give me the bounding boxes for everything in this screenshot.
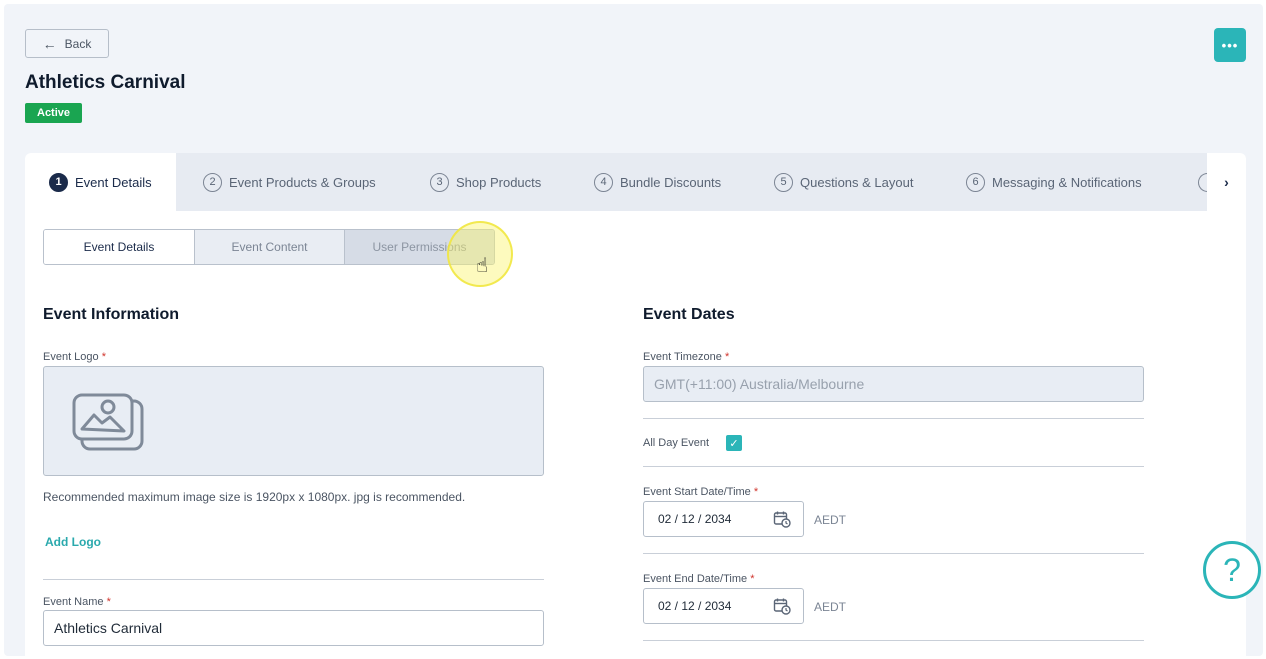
cursor-highlight (447, 221, 513, 287)
page-title: Athletics Carnival (25, 72, 186, 93)
more-options-button[interactable]: ••• (1214, 28, 1246, 62)
step-number: 4 (594, 172, 613, 192)
tab-label: Event Products & Groups (229, 174, 376, 190)
sub-tabs: Event Details Event Content User Permiss… (43, 229, 495, 265)
calendar-clock-icon (773, 511, 791, 528)
start-timezone-abbr: AEDT (814, 513, 847, 527)
event-timezone-label-text: Event Timezone (643, 351, 722, 363)
back-label: Back (64, 36, 92, 51)
add-logo-link[interactable]: Add Logo (45, 535, 101, 549)
tab-event-products-groups[interactable]: 2 Event Products & Groups (203, 153, 376, 211)
subtab-event-details[interactable]: Event Details (44, 230, 194, 264)
event-dates-title: Event Dates (643, 306, 735, 323)
step-number: 5 (774, 172, 793, 192)
event-end-label-text: Event End Date/Time (643, 573, 748, 585)
step-number: 6 (966, 172, 985, 192)
divider (643, 466, 1144, 467)
event-logo-label: Event Logo * (43, 351, 106, 363)
event-start-label-text: Event Start Date/Time (643, 486, 751, 498)
help-button[interactable]: ? (1203, 541, 1261, 599)
all-day-event-checkbox[interactable]: ✓ (726, 435, 742, 451)
tab-event-details[interactable]: 1 Event Details (25, 153, 176, 211)
event-timezone-label: Event Timezone * (643, 351, 729, 363)
divider (643, 553, 1144, 554)
event-end-label: Event End Date/Time * (643, 573, 754, 585)
subtab-event-content[interactable]: Event Content (194, 230, 344, 264)
event-logo-label-text: Event Logo (43, 351, 99, 363)
tab-label: Event Details (75, 174, 152, 190)
tab-bundle-discounts[interactable]: 4 Bundle Discounts (594, 153, 721, 211)
event-name-label-text: Event Name (43, 596, 104, 608)
arrow-left-icon: ← (42, 35, 57, 52)
tab-shop-products[interactable]: 3 Shop Products (430, 153, 541, 211)
tab-label: Questions & Layout (800, 174, 914, 190)
status-badge: Active (25, 103, 83, 123)
tab-label: Bundle Discounts (620, 174, 722, 190)
event-name-input[interactable]: Athletics Carnival (43, 610, 544, 646)
tab-questions-layout[interactable]: 5 Questions & Layout (774, 153, 913, 211)
logo-size-hint: Recommended maximum image size is 1920px… (43, 490, 466, 504)
divider (643, 640, 1144, 641)
required-mark: * (750, 573, 755, 585)
divider (43, 579, 544, 580)
end-timezone-abbr: AEDT (814, 600, 847, 614)
required-mark: * (753, 486, 759, 498)
tab-messaging-notifications[interactable]: 6 Messaging & Notifications (966, 153, 1142, 211)
required-mark: * (106, 596, 111, 608)
all-day-event-label: All Day Event (643, 437, 710, 449)
step-number: 3 (430, 172, 449, 192)
event-start-label: Event Start Date/Time * (643, 486, 758, 498)
page: ← Back ••• Athletics Carnival Active 1 E… (4, 4, 1263, 656)
tab-label: Messaging & Notifications (992, 174, 1142, 190)
logo-upload-box[interactable] (43, 366, 544, 476)
end-date-value: 02 / 12 / 2034 (658, 599, 732, 613)
image-placeholder-icon (72, 393, 144, 451)
divider (643, 418, 1144, 419)
step-number: 2 (203, 172, 222, 192)
event-name-label: Event Name * (43, 596, 111, 608)
required-mark: * (101, 351, 106, 363)
event-start-date-input[interactable]: 02 / 12 / 2034 (643, 501, 804, 537)
event-timezone-input[interactable]: GMT(+11:00) Australia/Melbourne (643, 366, 1144, 402)
step-tabs: 1 Event Details 2 Event Products & Group… (25, 153, 1246, 211)
chevron-right-icon[interactable]: › (1207, 153, 1246, 211)
calendar-clock-icon (773, 598, 791, 615)
start-date-value: 02 / 12 / 2034 (658, 512, 732, 526)
step-number: 1 (49, 172, 68, 192)
back-button[interactable]: ← Back (25, 29, 109, 58)
event-end-date-input[interactable]: 02 / 12 / 2034 (643, 588, 804, 624)
event-information-title: Event Information (43, 306, 180, 323)
required-mark: * (724, 351, 730, 363)
tab-label: Shop Products (456, 174, 542, 190)
